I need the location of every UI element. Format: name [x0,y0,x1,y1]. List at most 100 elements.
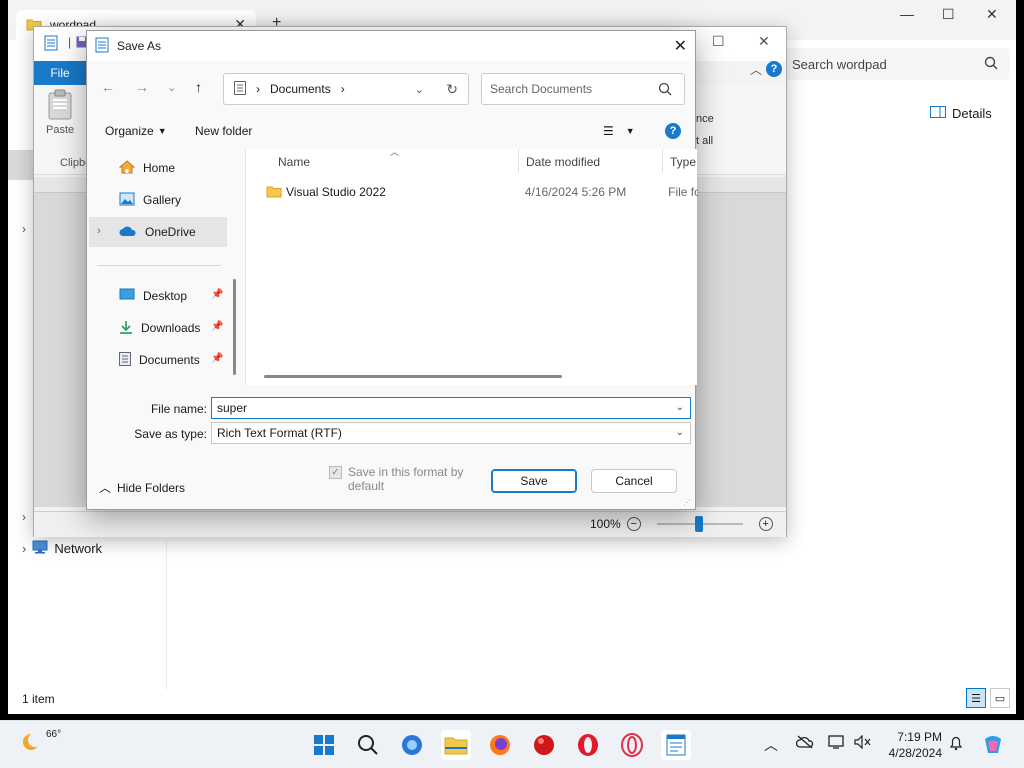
wordpad-taskbar-icon[interactable] [661,730,691,760]
zoom-slider[interactable] [656,516,743,532]
opera-icon[interactable] [573,730,603,760]
chevron-right-icon[interactable]: › [22,541,26,556]
display-icon[interactable] [828,735,846,752]
start-icon[interactable] [309,730,339,760]
up-arrow-icon[interactable]: ↑ [195,79,202,95]
chevron-right-icon[interactable]: › [22,222,26,236]
sidebar-item-label: Desktop [143,289,188,303]
forward-arrow-icon[interactable]: → [135,79,149,95]
help-icon[interactable]: ? [766,61,782,77]
search-icon [658,82,672,99]
nav-separator [97,265,221,266]
maximize-icon[interactable]: ☐ [942,6,955,23]
pin-icon[interactable]: 📌 [211,353,223,364]
save-as-type-select[interactable]: Rich Text Format (RTF) ⌄ [211,422,691,444]
cancel-button[interactable]: Cancel [591,469,677,493]
sidebar-item-onedrive[interactable]: › OneDrive [89,217,227,247]
paste-button[interactable]: Paste [46,89,74,136]
search-input[interactable]: Search Documents [481,73,685,105]
help-icon[interactable]: ? [665,123,681,139]
sidebar-item-network[interactable]: › Network [22,540,102,557]
chevron-up-icon[interactable]: ︿ [764,735,778,755]
file-list: ︿ Name Date modified Type Visual Studio … [245,147,698,385]
wordpad-app-icon [95,37,109,56]
resize-grip-icon[interactable]: ⋰ [683,498,691,507]
save-as-type-value: Rich Text Format (RTF) [217,426,342,440]
details-view-icon[interactable]: ☰ [966,688,986,708]
address-bar[interactable]: › Documents › ⌄ ↻ [223,73,469,105]
file-menu-tab[interactable]: File [34,61,86,85]
zoom-slider-thumb[interactable] [695,516,704,532]
back-arrow-icon[interactable]: ← [101,79,115,95]
file-explorer-icon[interactable] [441,730,471,760]
new-folder-button[interactable]: New folder [195,124,252,138]
chevron-down-icon[interactable]: ⌄ [676,427,684,438]
sidebar-item-label: OneDrive [145,225,196,239]
cortana-icon[interactable] [397,730,427,760]
sidebar-item-documents[interactable]: Documents 📌 [89,345,227,375]
chevron-right-icon[interactable]: › [22,510,26,524]
copilot-icon[interactable] [978,730,1008,760]
column-header-type[interactable]: Type [670,155,696,169]
pin-icon[interactable]: 📌 [211,321,223,332]
column-header-date[interactable]: Date modified [526,155,600,169]
sidebar-item-label: Downloads [141,321,201,335]
close-window-icon[interactable]: ✕ [758,33,770,50]
zoom-out-icon[interactable]: − [626,517,641,531]
notification-bell-icon[interactable] [948,735,964,754]
breadcrumb-separator-icon: › [256,82,260,96]
breadcrumb-separator-icon[interactable]: › [341,82,345,96]
minimize-icon[interactable]: — [900,6,914,22]
column-separator[interactable] [662,149,663,173]
network-icon [32,540,48,557]
column-header-name[interactable]: Name [278,155,310,169]
horizontal-scrollbar[interactable] [264,375,562,378]
search-icon[interactable] [353,730,383,760]
close-icon[interactable]: ✕ [674,36,687,56]
sidebar-item-home[interactable]: Home [89,153,227,183]
chevron-down-icon[interactable]: ⌄ [676,402,684,413]
file-name-field[interactable]: super ⌄ [211,397,691,419]
sort-ascending-icon: ︿ [390,147,400,157]
zoom-control: 100% − + [590,516,773,532]
hide-folders-button[interactable]: ︿ Hide Folders [99,479,185,496]
details-pane-button[interactable]: Details [930,106,992,121]
close-window-icon[interactable]: ✕ [986,6,998,23]
sidebar-item-label: Home [143,161,176,175]
navigation-pane: Home Gallery › OneDrive Desktop 📌 Downlo… [89,149,239,385]
chevron-down-icon[interactable]: ⌄ [415,83,424,96]
opera-gx-icon[interactable] [617,730,647,760]
nav-scrollbar[interactable] [233,279,236,375]
firefox-icon[interactable] [485,730,515,760]
explorer-search-input[interactable]: Search wordpad [784,48,1010,80]
recent-locations-chevron-icon[interactable]: ⌄ [167,81,176,94]
search-placeholder: Search Documents [490,82,593,96]
view-options-button[interactable]: ☰ ▼ [603,124,635,138]
sidebar-item-downloads[interactable]: Downloads 📌 [89,313,227,343]
refresh-icon[interactable]: ↻ [446,81,458,98]
pin-icon[interactable]: 📌 [211,289,223,300]
tiles-view-icon[interactable]: ▭ [990,688,1010,708]
breadcrumb[interactable]: Documents [270,82,331,96]
clock[interactable]: 7:19 PM 4/28/2024 [880,729,942,761]
red-ball-app-icon[interactable] [529,730,559,760]
file-name-label: File name: [150,402,207,416]
save-format-checkbox[interactable]: ✓ Save in this format by default [329,465,476,493]
onedrive-offline-icon[interactable] [795,735,814,752]
volume-muted-icon[interactable] [854,734,872,752]
sidebar-item-label: Documents [139,353,200,367]
organize-button[interactable]: Organize ▼ [105,124,167,138]
zoom-in-icon[interactable]: + [758,517,773,531]
save-button[interactable]: Save [491,469,577,493]
column-separator[interactable] [518,149,519,173]
ribbon-partial-text: t all [696,135,714,147]
list-item[interactable]: Visual Studio 2022 4/16/2024 5:26 PM Fil… [262,181,698,203]
sidebar-item-gallery[interactable]: Gallery [89,185,227,215]
weather-temperature: 66° [46,729,62,740]
navigation-row: ← → ⌄ ↑ › Documents › ⌄ ↻ Search Documen… [87,71,695,105]
sidebar-item-desktop[interactable]: Desktop 📌 [89,281,227,311]
weather-widget[interactable]: 66° [20,729,61,756]
maximize-icon[interactable]: ☐ [712,33,725,50]
chevron-right-icon[interactable]: › [97,225,101,237]
chevron-up-icon[interactable]: ︿ [750,61,762,78]
